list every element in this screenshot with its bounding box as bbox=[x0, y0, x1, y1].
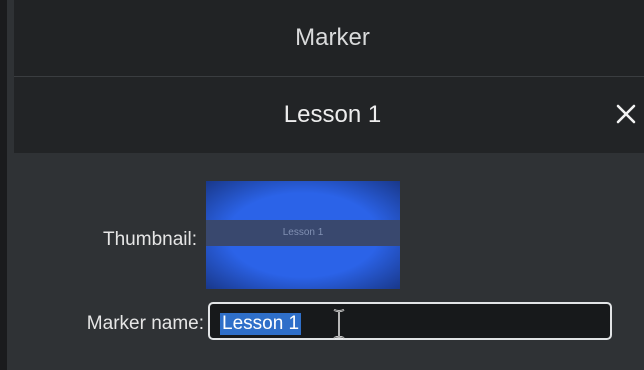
marker-header-title: Lesson 1 bbox=[283, 101, 382, 128]
marker-panel: Marker Lesson 1 Thumbnail: Lesson 1 Mark… bbox=[0, 0, 644, 370]
title-bar: Marker bbox=[14, 0, 644, 77]
thumbnail-label: Thumbnail: bbox=[103, 229, 197, 250]
marker-name-input[interactable]: Lesson 1 bbox=[208, 302, 612, 340]
thumbnail-image[interactable]: Lesson 1 bbox=[206, 181, 400, 289]
marker-name-value[interactable]: Lesson 1 bbox=[220, 313, 302, 335]
thumbnail-text: Lesson 1 bbox=[282, 227, 324, 238]
marker-name-label: Marker name: bbox=[86, 313, 204, 334]
panel-title: Marker bbox=[295, 24, 370, 51]
marker-header: Lesson 1 bbox=[14, 77, 644, 153]
close-icon[interactable] bbox=[615, 103, 637, 125]
marker-form: Thumbnail: Lesson 1 Marker name: Lesson … bbox=[14, 153, 644, 370]
text-cursor-icon bbox=[333, 309, 345, 339]
